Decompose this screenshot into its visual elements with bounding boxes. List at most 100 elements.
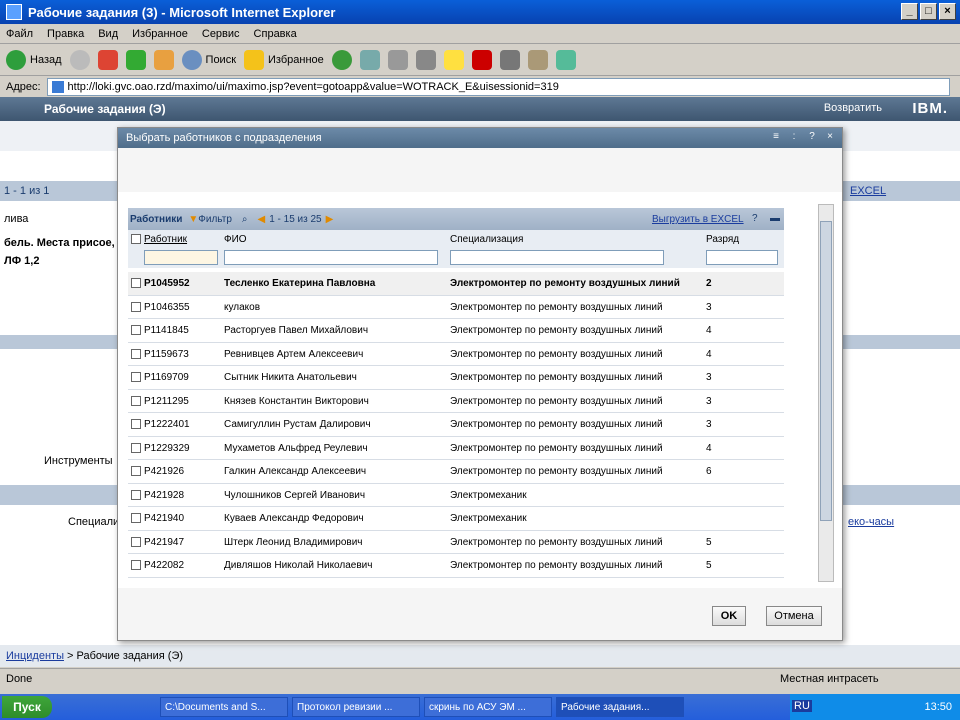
prev-page-icon[interactable]: ◀ [257,214,265,225]
worker-id: P1229329 [144,442,190,454]
address-input[interactable]: http://loki.gvc.oao.rzd/maximo/ui/maximo… [46,78,950,96]
worker-grade: 5 [706,536,712,548]
row-checkbox[interactable] [131,278,141,288]
row-checkbox[interactable] [131,419,141,429]
worker-row[interactable]: P422082 Дивляшов Николай Николаевич Электр… [128,554,784,578]
col-spec[interactable]: Специализация [450,234,523,245]
research-icon[interactable] [527,49,548,70]
cancel-button[interactable]: Отмена [766,606,822,626]
menu-edit[interactable]: Правка [47,28,84,40]
worker-row[interactable]: P1045952 Тесленко Екатерина Павловна Элект… [128,272,784,296]
worker-spec: Электромонтер по ремонту воздушных линий [450,372,663,383]
export-excel-link[interactable]: Выгрузить в EXCEL [652,214,744,225]
mail-icon[interactable] [359,49,380,70]
col-worker[interactable]: Работник [144,234,187,245]
menu-help[interactable]: Справка [254,28,297,40]
filter-spec-input[interactable] [450,250,664,265]
language-indicator[interactable]: RU [792,700,812,712]
dialog-help-icon[interactable]: ? [806,131,818,143]
next-page-icon[interactable]: ▶ [326,214,334,225]
filter-grade-input[interactable] [706,250,778,265]
row-checkbox[interactable] [131,395,141,406]
filter-worker-input[interactable] [144,250,218,265]
find-icon[interactable]: ⌕ [242,214,248,225]
bg-tab-tools[interactable]: Инструменты [44,455,113,467]
dialog-menu-icon[interactable]: ≡ [770,131,782,143]
task-screens[interactable]: скринь по АСУ ЭМ ... [424,697,552,717]
bg-excel-link[interactable]: EXCEL [850,185,886,197]
menu-favorites[interactable]: Избранное [132,28,188,40]
worker-name: Куваев Александр Федорович [224,513,364,524]
task-protocol[interactable]: Протокол ревизии ... [292,697,420,717]
row-checkbox[interactable] [131,325,141,335]
back-button[interactable]: Назад [6,49,62,70]
kaspersky-icon[interactable] [471,49,492,70]
favorites-button[interactable]: Избранное [244,49,324,70]
ok-button[interactable]: OK [712,606,746,626]
return-link[interactable]: Возвратить [824,102,882,114]
dialog-close-icon[interactable]: × [824,131,836,143]
row-checkbox[interactable] [131,372,141,382]
row-checkbox[interactable] [131,536,141,547]
task-documents[interactable]: C:\Documents and S... [160,697,288,717]
scroll-thumb[interactable] [820,221,832,521]
filter-name-input[interactable] [224,250,438,265]
worker-row[interactable]: P421928 Чулошников Сергей Иванович Электро… [128,484,784,507]
menu-file[interactable]: Файл [6,28,33,40]
col-name[interactable]: ФИО [224,234,247,245]
table-help-icon[interactable]: ? [752,213,758,224]
select-workers-dialog: Выбрать работников с подразделения ≡ : ?… [117,127,843,641]
maximize-button[interactable]: □ [920,3,937,20]
menu-view[interactable]: Вид [98,28,118,40]
stop-icon[interactable] [97,49,118,70]
start-button[interactable]: Пуск [2,696,52,718]
row-checkbox[interactable] [131,560,141,570]
worker-row[interactable]: P421926 Галкин Александр Алексеевич Электр… [128,460,784,484]
edit-icon[interactable] [415,49,436,70]
worker-row[interactable]: P421947 Штерк Леонид Владимирович Электром… [128,531,784,554]
worker-row[interactable]: P1229329 Мухаметов Альфред Реулевич Электр… [128,437,784,460]
row-checkbox[interactable] [131,489,141,500]
taskbar: Пуск C:\Documents and S... Протокол реви… [0,694,960,720]
dialog-scrollbar[interactable] [818,204,834,582]
worker-row[interactable]: P421940 Куваев Александр Федорович Электро… [128,507,784,531]
select-all-checkbox[interactable] [131,234,141,244]
forward-arrow-icon[interactable] [69,49,90,70]
worker-spec: Электромонтер по ремонту воздушных линий [450,442,663,454]
task-work-orders[interactable]: Рабочие задания... [556,697,684,717]
row-checkbox[interactable] [131,301,141,312]
worker-grade: 4 [706,325,712,336]
worker-name: кулаков [224,301,261,313]
worker-row[interactable]: P1211295 Князев Константин Викторович Элек… [128,390,784,413]
bg-text-3: ЛФ 1,2 [4,255,40,267]
search-button[interactable]: Поиск [181,49,236,70]
note-icon[interactable] [443,49,464,70]
menu-tools[interactable]: Сервис [202,28,240,40]
breadcrumb-incidents[interactable]: Инциденты [6,650,64,662]
table-collapse-icon[interactable]: ▬ [770,213,780,224]
row-checkbox[interactable] [131,513,141,523]
row-checkbox[interactable] [131,442,141,453]
bg-hours-link[interactable]: еко-часы [848,516,894,528]
refresh-icon[interactable] [125,49,146,70]
worker-row[interactable]: P1169709 Сытник Никита Анатольевич Электро… [128,366,784,390]
minimize-button[interactable]: _ [901,3,918,20]
worker-name: Расторгуев Павел Михайлович [224,325,369,336]
worker-row[interactable]: P1222401 Самигуллин Рустам Далирович Элект… [128,413,784,437]
msn-icon[interactable] [555,49,576,70]
close-button[interactable]: × [939,3,956,20]
row-checkbox[interactable] [131,348,141,359]
row-checkbox[interactable] [131,466,141,476]
ibm-logo: IBM. [912,100,948,117]
worker-row[interactable]: P1046355 кулаков Электромонтер по ремонту … [128,296,784,319]
history-icon[interactable] [331,49,352,70]
worker-row[interactable]: P1141845 Расторгуев Павел Михайлович Элект… [128,319,784,343]
home-icon[interactable] [153,49,174,70]
worker-row[interactable]: P1159673 Ревнивцев Артем Алексеевич Электр… [128,343,784,366]
worker-name: Чулошников Сергей Иванович [224,489,366,501]
col-grade[interactable]: Разряд [706,234,739,245]
print-icon[interactable] [387,49,408,70]
filter-button[interactable]: Фильтр [198,214,232,225]
dialog-minimize-icon[interactable]: : [788,131,800,143]
messenger-icon[interactable] [499,49,520,70]
